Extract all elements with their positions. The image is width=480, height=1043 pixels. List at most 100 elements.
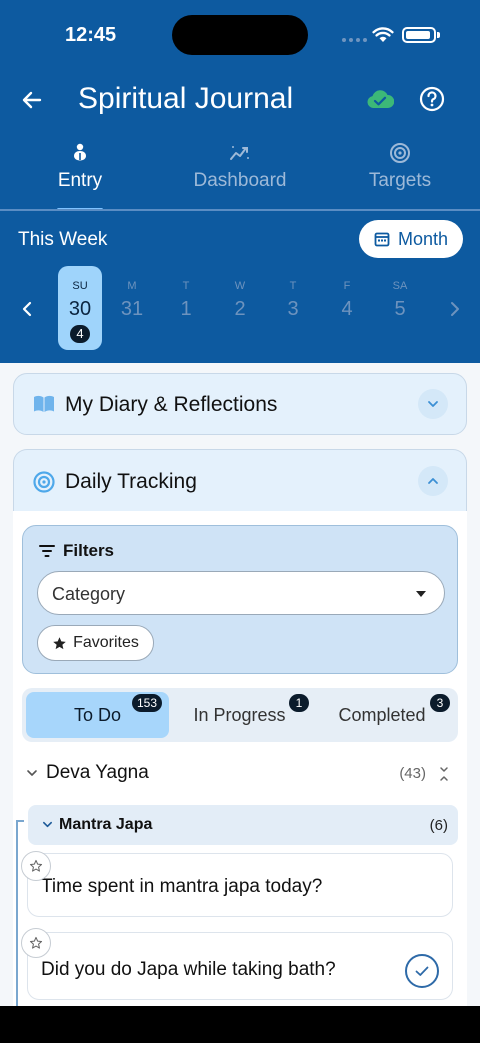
star-icon	[53, 636, 66, 649]
day-of-week: F	[343, 280, 351, 292]
complete-button[interactable]	[405, 954, 439, 988]
tree-connector-tick	[16, 820, 24, 822]
dropdown-caret-icon	[416, 591, 426, 597]
expand-button[interactable]	[418, 389, 448, 419]
target-icon	[390, 143, 410, 163]
section-title: Daily Tracking	[65, 470, 197, 493]
day-of-week: SA	[392, 280, 408, 292]
cloud-sync-icon[interactable]	[366, 88, 394, 110]
month-button-label: Month	[397, 228, 449, 249]
tab-divider	[0, 209, 480, 211]
question-card[interactable]: Time spent in mantra japa today?	[27, 853, 453, 917]
section-title: My Diary & Reflections	[65, 393, 278, 416]
book-icon	[34, 395, 54, 412]
tab-dashboard[interactable]: Dashboard	[160, 140, 320, 210]
group-row-deva-yagna[interactable]: Deva Yagna (43)	[22, 757, 458, 791]
day-count-badge: 4	[70, 325, 90, 343]
day-of-week: SU	[72, 280, 88, 292]
chevron-up-icon	[428, 478, 438, 484]
calendar-icon	[374, 232, 390, 247]
day-friday[interactable]: F 4	[325, 266, 369, 350]
question-card[interactable]: Did you do Japa while taking bath?	[27, 932, 453, 1000]
battery-icon	[402, 27, 436, 43]
status-time: 12:45	[65, 24, 117, 46]
day-number: 5	[394, 298, 406, 320]
tab-label: Targets	[368, 170, 432, 191]
month-button[interactable]: Month	[359, 220, 463, 258]
segment-label: In Progress	[193, 704, 286, 725]
check-icon	[415, 966, 429, 976]
day-tuesday[interactable]: T 1	[164, 266, 208, 350]
collapse-button[interactable]	[418, 466, 448, 496]
status-bar: 12:45	[0, 0, 480, 70]
chevron-right-icon[interactable]	[446, 297, 464, 321]
chevron-left-icon[interactable]	[18, 297, 36, 321]
chevron-down-icon	[27, 770, 37, 776]
question-text: Did you do Japa while taking bath?	[41, 959, 336, 980]
star-outline-icon	[29, 936, 43, 949]
lotus-icon	[74, 143, 86, 161]
category-select[interactable]: Category	[37, 571, 445, 615]
target-icon	[33, 471, 55, 493]
favorites-label: Favorites	[73, 634, 139, 651]
chevron-down-icon	[43, 821, 52, 828]
tree-connector-line	[16, 820, 18, 1006]
group-count: (43)	[399, 765, 426, 782]
question-text: Time spent in mantra japa today?	[41, 876, 323, 897]
subgroup-row-mantra-japa[interactable]: Mantra Japa (6)	[28, 805, 458, 845]
subgroup-count: (6)	[429, 817, 448, 834]
favorites-chip[interactable]: Favorites	[37, 625, 154, 661]
day-of-week: T	[289, 280, 297, 292]
help-icon[interactable]	[419, 86, 445, 112]
day-number: 1	[180, 298, 192, 320]
segment-count-badge: 1	[289, 694, 309, 712]
day-thursday[interactable]: T 3	[271, 266, 315, 350]
tracking-section-header[interactable]: Daily Tracking	[13, 449, 467, 519]
app-header: 12:45 Spiritual Journal Entry Dashboard …	[0, 0, 480, 363]
week-label: This Week	[18, 229, 108, 250]
tab-label: Dashboard	[193, 170, 287, 191]
dynamic-island	[172, 15, 308, 55]
filters-header: Filters	[39, 541, 114, 561]
chevron-down-icon	[428, 401, 438, 407]
filter-icon	[39, 545, 55, 557]
group-title: Deva Yagna	[46, 762, 149, 783]
main-tabs: Entry Dashboard Targets	[0, 140, 480, 211]
back-arrow-icon[interactable]	[20, 88, 44, 112]
collapse-all-icon[interactable]	[438, 766, 450, 782]
day-wednesday[interactable]: W 2	[218, 266, 262, 350]
favorite-toggle[interactable]	[21, 928, 51, 958]
day-number: 4	[341, 298, 353, 320]
wifi-icon	[372, 27, 394, 42]
segment-in-progress[interactable]: In Progress	[173, 692, 306, 738]
day-number: 2	[234, 298, 246, 320]
tab-label: Entry	[57, 170, 103, 191]
diary-section-header[interactable]: My Diary & Reflections	[13, 373, 467, 435]
star-outline-icon	[29, 859, 43, 872]
chart-icon	[230, 146, 249, 160]
day-number: 3	[287, 298, 299, 320]
favorite-toggle[interactable]	[21, 851, 51, 881]
page-title: Spiritual Journal	[78, 82, 294, 115]
segment-label: To Do	[73, 704, 122, 725]
battery-tip	[437, 32, 440, 38]
tab-targets[interactable]: Targets	[320, 140, 480, 210]
day-of-week: T	[182, 280, 190, 292]
filters-panel: Filters Category Favorites	[22, 525, 458, 674]
day-monday[interactable]: M 31	[110, 266, 154, 350]
day-of-week: M	[127, 280, 137, 292]
segment-label: Completed	[338, 704, 426, 725]
tab-entry[interactable]: Entry	[0, 140, 160, 211]
segment-count-badge: 3	[430, 694, 450, 712]
day-number: 30	[68, 298, 92, 320]
day-saturday[interactable]: SA 5	[378, 266, 422, 350]
signal-dots-icon	[342, 38, 367, 42]
filters-title: Filters	[63, 541, 115, 560]
day-of-week: W	[234, 280, 246, 292]
status-segmented-control: To Do In Progress Completed 153 1 3	[22, 688, 458, 742]
app-screen: 12:45 Spiritual Journal Entry Dashboard …	[0, 0, 480, 1006]
subgroup-title: Mantra Japa	[59, 816, 153, 833]
day-number: 31	[120, 298, 144, 320]
day-sunday[interactable]: SU 30 4	[58, 266, 102, 350]
segment-count-badge: 153	[132, 694, 163, 712]
